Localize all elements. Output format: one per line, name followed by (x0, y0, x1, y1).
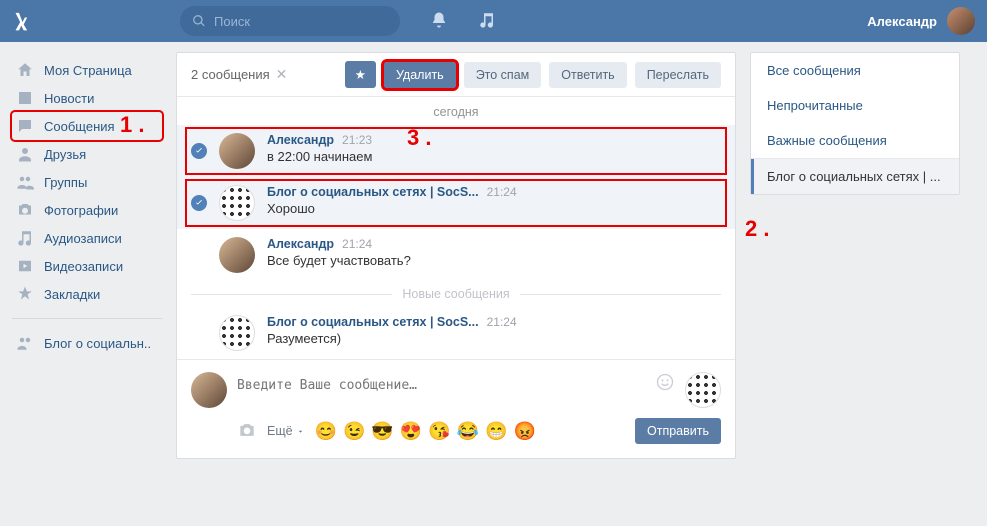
message-text: Хорошо (267, 201, 721, 216)
camera-icon[interactable] (237, 420, 257, 443)
message-avatar[interactable] (219, 237, 255, 273)
message-row[interactable]: Блог о социальных сетях | SocS... 21:24 Р… (177, 307, 735, 359)
message-text: в 22:00 начинаем (267, 149, 721, 164)
star-button[interactable]: ★ (345, 61, 376, 88)
message-time: 21:24 (342, 237, 372, 251)
vk-logo[interactable] (12, 7, 40, 35)
message-avatar[interactable] (219, 315, 255, 351)
nav-photos[interactable]: Фотографии (12, 196, 162, 224)
emoji-row: 😊 😉 😎 😍 😘 😂 😁 😡 (315, 421, 536, 442)
forward-button[interactable]: Переслать (635, 62, 721, 88)
reply-button[interactable]: Ответить (549, 62, 626, 88)
left-nav: Моя Страница Новости Сообщения Друзья Гр… (12, 52, 162, 459)
filter-important[interactable]: Важные сообщения (751, 123, 959, 158)
nav-news[interactable]: Новости (12, 84, 162, 112)
composer-avatar (191, 372, 227, 408)
bell-icon[interactable] (430, 11, 448, 32)
message-avatar[interactable] (219, 133, 255, 169)
nav-friends[interactable]: Друзья (12, 140, 162, 168)
more-link[interactable]: Ещё (267, 424, 305, 438)
check-icon[interactable] (191, 195, 207, 211)
new-messages-divider: Новые сообщения (177, 281, 735, 307)
conversation-panel: 2 сообщения✕ ★ Удалить Это спам Ответить… (176, 52, 736, 459)
separator (12, 318, 162, 319)
emoji[interactable]: 😁 (485, 421, 507, 442)
message-author[interactable]: Блог о социальных сетях | SocS... (267, 315, 479, 329)
emoji[interactable]: 😡 (514, 421, 536, 442)
filter-selected-chat[interactable]: Блог о социальных сетях | ... (751, 159, 959, 194)
conversation-toolbar: 2 сообщения✕ ★ Удалить Это спам Ответить… (177, 53, 735, 97)
filter-all[interactable]: Все сообщения (751, 53, 959, 88)
message-avatar[interactable] (219, 185, 255, 221)
message-row[interactable]: Александр 21:23 в 22:00 начинаем (177, 125, 735, 177)
nav-audio[interactable]: Аудиозаписи (12, 224, 162, 252)
emoji-picker-icon[interactable] (655, 372, 675, 395)
message-row[interactable]: Блог о социальных сетях | SocS... 21:24 Х… (177, 177, 735, 229)
spam-button[interactable]: Это спам (464, 62, 542, 88)
message-text: Все будет участвовать? (267, 253, 721, 268)
nav-messages[interactable]: Сообщения (12, 112, 162, 140)
search-box[interactable] (180, 6, 400, 36)
top-icons (430, 11, 496, 32)
message-author[interactable]: Александр (267, 237, 334, 251)
search-icon (192, 14, 206, 28)
selection-count: 2 сообщения✕ (191, 66, 287, 83)
current-user[interactable]: Александр (867, 7, 975, 35)
nav-groups[interactable]: Группы (12, 168, 162, 196)
search-input[interactable] (214, 14, 364, 29)
message-text: Разумеется) (267, 331, 721, 346)
nav-my-page[interactable]: Моя Страница (12, 56, 162, 84)
avatar (947, 7, 975, 35)
message-row[interactable]: Александр 21:24 Все будет участвовать? (177, 229, 735, 281)
emoji[interactable]: 😎 (371, 421, 393, 442)
check-icon[interactable] (191, 143, 207, 159)
topbar: Александр (0, 0, 987, 42)
composer: Ещё 😊 😉 😎 😍 😘 😂 😁 😡 Отправить (177, 359, 735, 458)
nav-blog[interactable]: Блог о социальн.. (12, 329, 162, 357)
clear-selection-icon[interactable]: ✕ (276, 66, 288, 82)
message-time: 21:24 (487, 185, 517, 199)
message-time: 21:23 (342, 133, 372, 147)
nav-bookmarks[interactable]: Закладки (12, 280, 162, 308)
emoji[interactable]: 😂 (457, 421, 479, 442)
filter-unread[interactable]: Непрочитанные (751, 88, 959, 123)
send-button[interactable]: Отправить (635, 418, 721, 444)
composer-input[interactable] (237, 372, 645, 408)
day-label: сегодня (177, 97, 735, 125)
emoji[interactable]: 😉 (343, 421, 365, 442)
nav-video[interactable]: Видеозаписи (12, 252, 162, 280)
recipient-avatar[interactable] (685, 372, 721, 408)
filter-panel: Все сообщения Непрочитанные Важные сообщ… (750, 52, 960, 195)
emoji[interactable]: 😊 (315, 421, 337, 442)
message-author[interactable]: Блог о социальных сетях | SocS... (267, 185, 479, 199)
emoji[interactable]: 😍 (400, 421, 422, 442)
music-icon[interactable] (478, 11, 496, 32)
username: Александр (867, 14, 937, 29)
delete-button[interactable]: Удалить (384, 62, 456, 88)
message-time: 21:24 (487, 315, 517, 329)
emoji[interactable]: 😘 (428, 421, 450, 442)
message-author[interactable]: Александр (267, 133, 334, 147)
